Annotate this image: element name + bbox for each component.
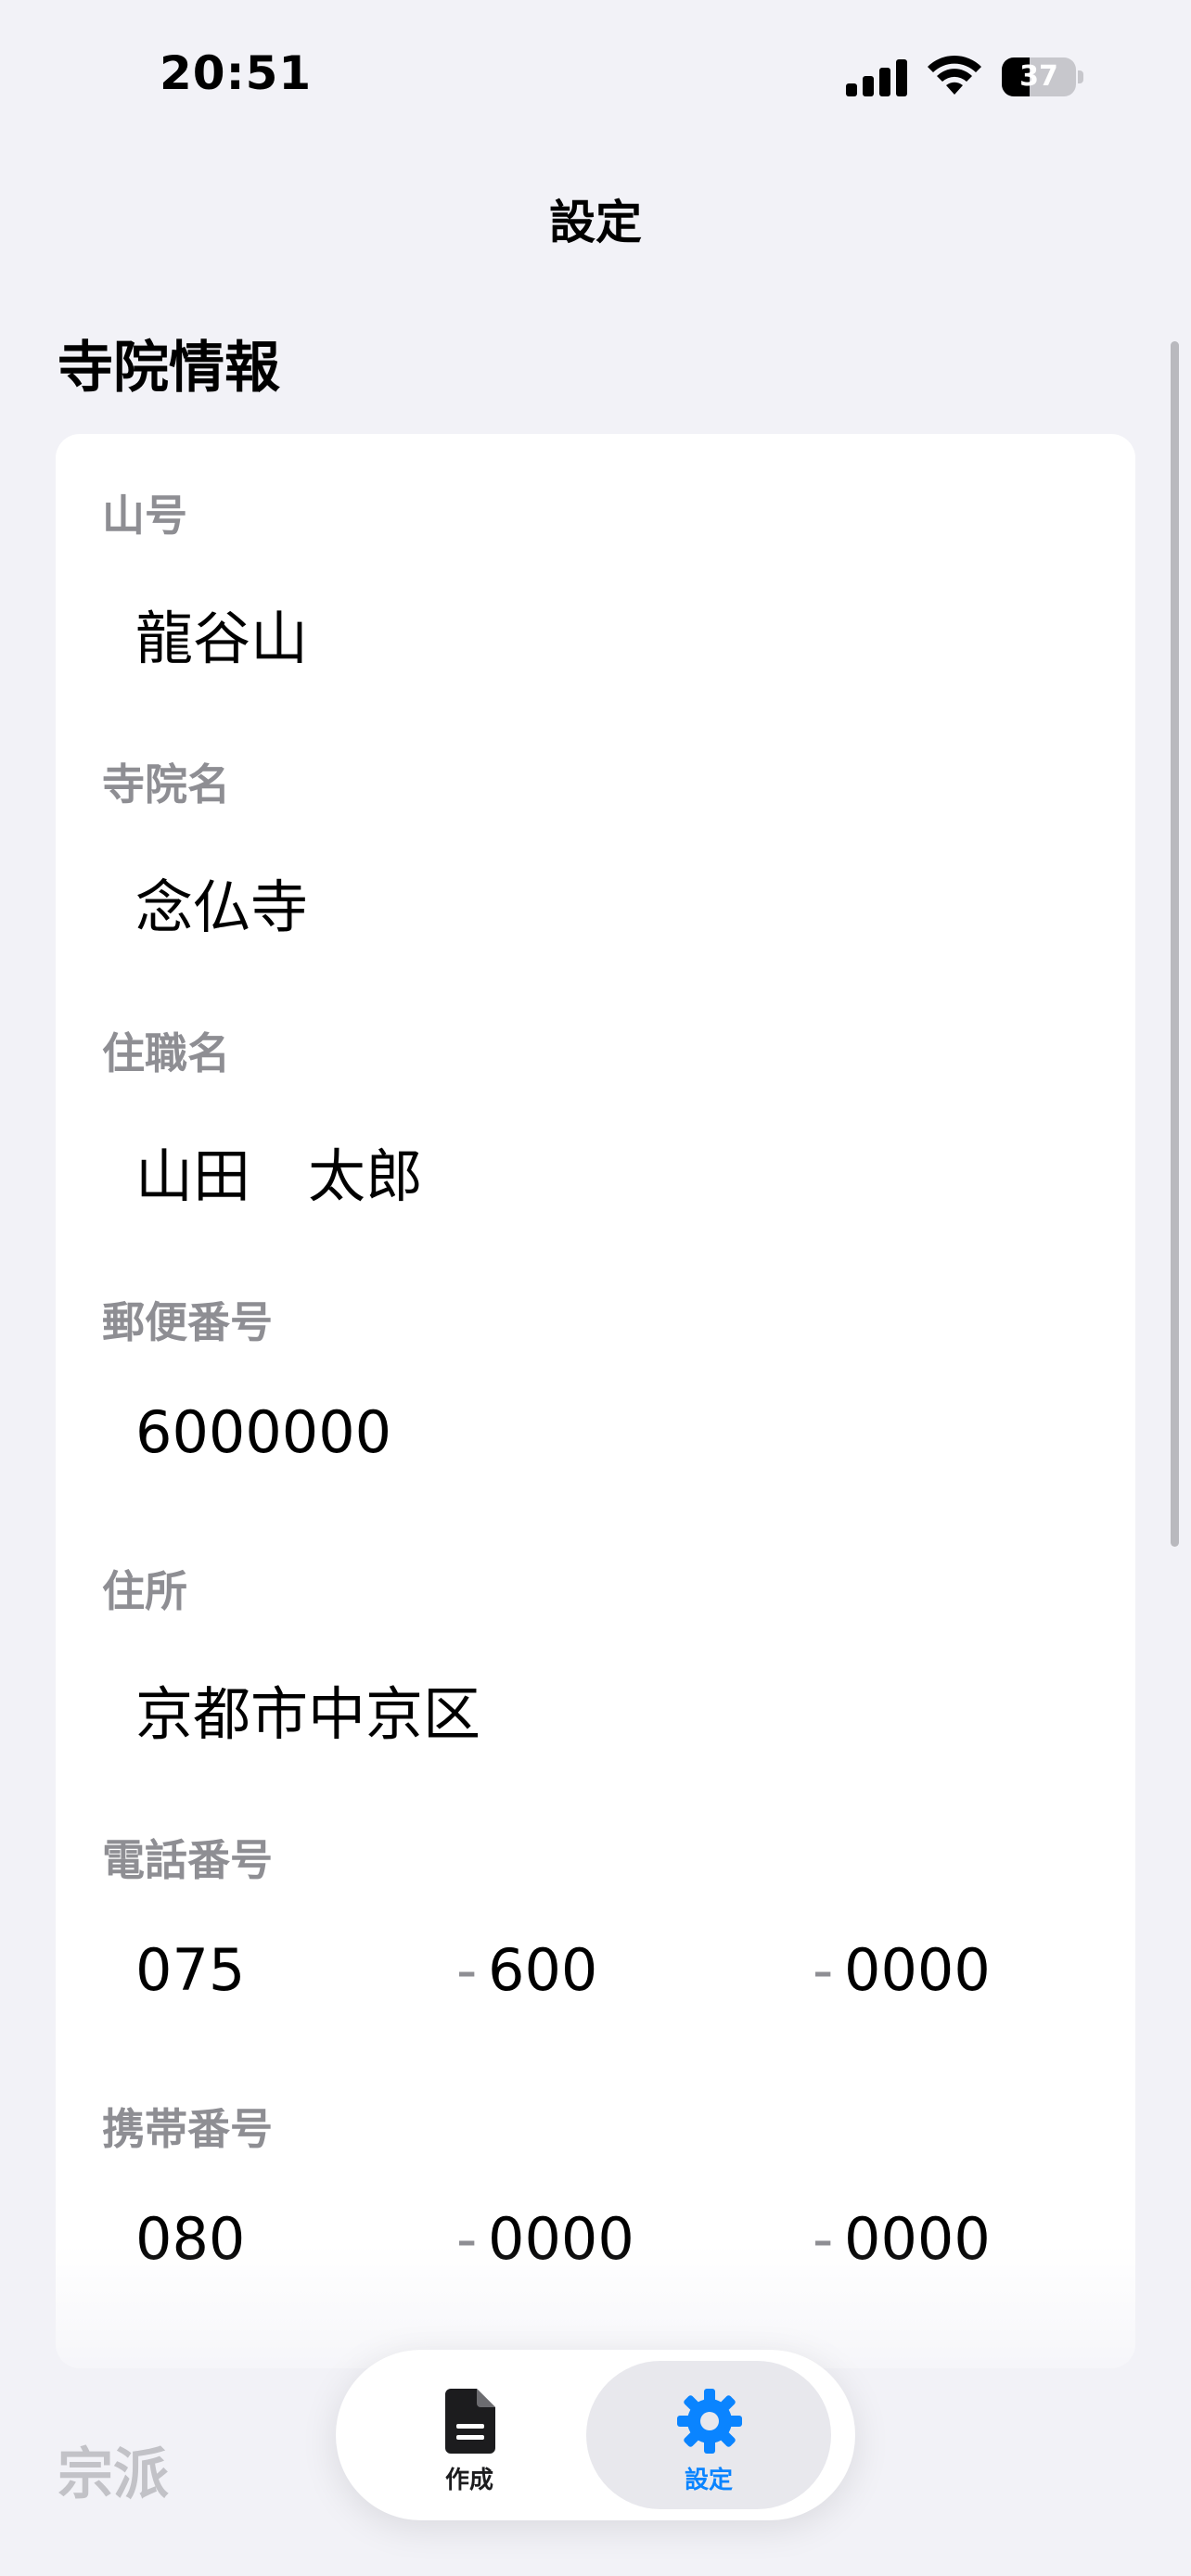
tab-create-label: 作成 [444, 2467, 493, 2494]
section-title-temple-info: 寺院情報 [58, 336, 280, 401]
sango-input[interactable]: 龍谷山 [135, 592, 308, 675]
wifi-icon [928, 55, 981, 95]
tab-settings[interactable]: 設定 [586, 2361, 831, 2509]
field-label: 住所 [102, 1566, 187, 1616]
field-label: 郵便番号 [102, 1297, 273, 1347]
tab-bar: 作成 設定 [336, 2350, 855, 2520]
field-chief-priest: 住職名 山田 太郎 [56, 972, 1135, 1241]
section-title-sect: 宗派 [58, 2442, 169, 2507]
temple-info-card: 山号 龍谷山 寺院名 念仏寺 住職名 山田 太郎 郵便番号 6000000 住所… [56, 434, 1135, 2368]
battery-percent: 37 [1019, 60, 1058, 93]
field-address: 住所 京都市中京区 [56, 1510, 1135, 1779]
status-time: 20:51 [160, 46, 313, 100]
gear-icon [677, 2389, 742, 2454]
chief-priest-input[interactable]: 山田 太郎 [135, 1129, 423, 1213]
page-title: 設定 [549, 196, 642, 249]
field-sango: 山号 龍谷山 [56, 434, 1135, 703]
settings-screen: 20:51 37 設定 寺院情報 山号 龍谷山 寺院名 念仏寺 住職名 山田 太… [0, 0, 1191, 2576]
postal-code-input[interactable]: 6000000 [135, 1398, 391, 1466]
temple-name-input[interactable]: 念仏寺 [135, 861, 308, 944]
phone-area-code-input[interactable]: 075 [135, 1936, 245, 2004]
field-label: 電話番号 [102, 1835, 273, 1885]
tab-create[interactable]: 作成 [347, 2361, 592, 2509]
scrollbar[interactable] [1171, 341, 1179, 1547]
phone-exchange-input[interactable]: 600 [488, 1936, 597, 2004]
phone-number-input[interactable]: 0000 [844, 1936, 991, 2004]
phone-separator: - [456, 1936, 478, 2004]
tab-settings-label: 設定 [684, 2467, 733, 2494]
field-temple-name: 寺院名 念仏寺 [56, 703, 1135, 972]
field-label: 携帯番号 [102, 2104, 273, 2154]
field-phone: 電話番号 075 - 600 - 0000 [56, 1779, 1135, 2047]
phone-separator: - [813, 1936, 834, 2004]
address-input[interactable]: 京都市中京区 [135, 1667, 480, 1751]
cellular-signal-icon [846, 57, 907, 96]
document-icon [445, 2389, 495, 2454]
status-bar: 20:51 37 [0, 0, 1191, 158]
field-postal-code: 郵便番号 6000000 [56, 1241, 1135, 1510]
field-label: 住職名 [102, 1028, 230, 1078]
battery-icon: 37 [1002, 57, 1083, 96]
field-label: 寺院名 [102, 759, 230, 810]
field-label: 山号 [102, 491, 187, 541]
